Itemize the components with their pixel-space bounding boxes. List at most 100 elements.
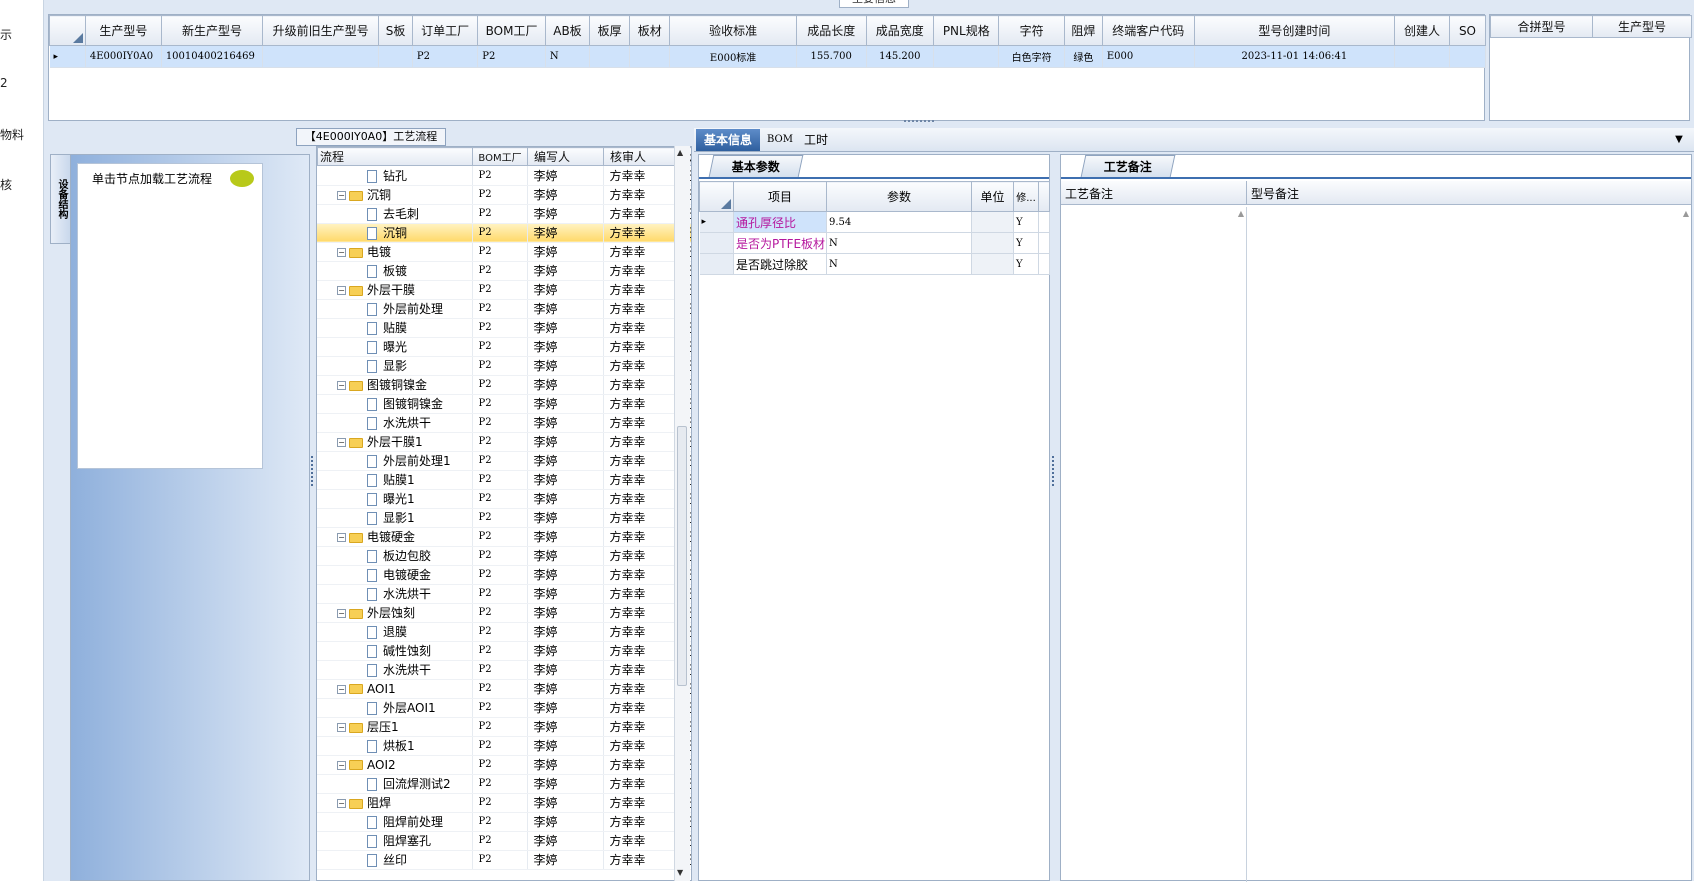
params-col-item[interactable]: 项目 xyxy=(733,181,827,212)
tree-node-cell[interactable]: 去毛刺 xyxy=(317,204,473,224)
tree-row[interactable]: 显影P2李婷方幸幸已审核 xyxy=(317,356,691,376)
process-title-tab[interactable]: 【4E000IY0A0】工艺流程 xyxy=(296,128,446,146)
main-col-header[interactable]: AB板 xyxy=(544,15,591,46)
tree-row[interactable]: 外层前处理P2李婷方幸幸已审核 xyxy=(317,299,691,319)
tree-row[interactable]: 回流焊测试2P2李婷方幸幸已审核 xyxy=(317,774,691,794)
tree-row[interactable]: 外层AOI1P2李婷方幸幸已审核 xyxy=(317,698,691,718)
main-col-header[interactable]: 阻焊 xyxy=(1063,15,1103,46)
tree-row[interactable]: −外层干膜P2李婷方幸幸已审核 xyxy=(317,280,691,300)
main-cell[interactable] xyxy=(629,45,671,68)
main-col-header[interactable]: 成品长度 xyxy=(795,15,867,46)
tree-node-cell[interactable]: − 层压1 xyxy=(317,717,473,737)
main-cell[interactable]: P2 xyxy=(412,45,479,68)
product-col-header[interactable]: 生产型号 xyxy=(1592,15,1692,38)
main-cell[interactable] xyxy=(378,45,413,68)
collapse-icon[interactable]: − xyxy=(337,533,346,542)
tree-node-cell[interactable]: 显影1 xyxy=(317,508,473,528)
tree-row[interactable]: 曝光P2李婷方幸幸已审核 xyxy=(317,337,691,357)
tree-node-cell[interactable]: 钻孔 xyxy=(317,166,473,186)
collapse-icon[interactable]: − xyxy=(337,286,346,295)
tree-row[interactable]: 显影1P2李婷方幸幸已审核 xyxy=(317,508,691,528)
tree-node-cell[interactable]: 板镀 xyxy=(317,261,473,281)
collapse-icon[interactable]: − xyxy=(337,609,346,618)
tree-node-cell[interactable]: 阻焊前处理 xyxy=(317,812,473,832)
tree-row[interactable]: 去毛刺P2李婷方幸幸已审核 xyxy=(317,204,691,224)
collapse-icon[interactable]: − xyxy=(337,438,346,447)
main-col-header[interactable]: 生产型号 xyxy=(84,15,162,46)
tree-node-cell[interactable]: − 电镀硬金 xyxy=(317,527,473,547)
tree-row[interactable]: 贴膜P2李婷方幸幸已审核 xyxy=(317,318,691,338)
tree-node-cell[interactable]: − AOI2 xyxy=(317,755,473,775)
params-tab[interactable]: 基本参数 xyxy=(708,155,804,177)
main-col-header[interactable]: 新生产型号 xyxy=(160,15,264,46)
main-cell[interactable]: E000 xyxy=(1102,45,1195,68)
main-col-header[interactable]: 成品宽度 xyxy=(865,15,935,46)
tree-row[interactable]: 碱性蚀刻P2李婷方幸幸已审核 xyxy=(317,641,691,661)
tree-row[interactable]: −电镀P2李婷方幸幸已审核 xyxy=(317,242,691,262)
left-nav-item-4[interactable]: 核 xyxy=(0,176,12,193)
collapse-icon[interactable]: − xyxy=(337,799,346,808)
main-cell[interactable]: 绿色 xyxy=(1064,45,1103,68)
collapse-icon[interactable]: − xyxy=(337,191,346,200)
model-note-scroll-up-icon[interactable]: ▲ xyxy=(1683,209,1689,218)
tab-dropdown-icon[interactable]: ▼ xyxy=(1672,130,1686,150)
tree-node-cell[interactable]: 贴膜 xyxy=(317,318,473,338)
collapse-icon[interactable]: − xyxy=(337,760,346,770)
tree-node-cell[interactable]: − 外层蚀刻 xyxy=(317,603,473,623)
main-cell[interactable]: 白色字符 xyxy=(998,45,1065,68)
params-col-unit[interactable]: 单位 xyxy=(971,181,1014,212)
params-col-flag[interactable]: 修... xyxy=(1013,181,1039,212)
tree-node-cell[interactable]: − 沉铜 xyxy=(317,185,473,205)
process-note-field[interactable]: ▲ xyxy=(1061,207,1247,882)
collapse-icon[interactable]: − xyxy=(337,381,346,390)
main-cell[interactable]: P2 xyxy=(477,45,546,68)
main-col-header[interactable]: SO xyxy=(1448,15,1487,46)
tree-row[interactable]: −AOI2P2李婷方幸幸已审核 xyxy=(317,755,691,775)
main-cell[interactable]: 10010400216469 xyxy=(161,45,264,68)
main-col-header[interactable]: 订单工厂 xyxy=(411,15,479,46)
param-value-cell[interactable]: 9.54 xyxy=(826,211,972,233)
tree-row[interactable]: 钻孔P2李婷方幸幸已审核 xyxy=(317,166,691,186)
main-col-header[interactable]: 创建人 xyxy=(1394,15,1450,46)
tree-node-cell[interactable]: 水洗烘干 xyxy=(317,660,473,680)
tree-node-cell[interactable]: − 外层干膜1 xyxy=(317,432,473,452)
tree-row[interactable]: −外层蚀刻P2李婷方幸幸已审核 xyxy=(317,603,691,623)
tree-node-cell[interactable]: 回流焊测试2 xyxy=(317,774,473,794)
grid-corner[interactable] xyxy=(49,15,86,46)
main-cell[interactable]: E000标准 xyxy=(669,45,797,68)
main-cell[interactable]: 155.700 xyxy=(796,45,867,68)
main-col-header[interactable]: 终端客户代码 xyxy=(1101,15,1195,46)
scroll-down-icon[interactable]: ▼ xyxy=(677,868,683,877)
param-row[interactable]: ▸ 通孔厚径比 9.54 Y xyxy=(699,211,1050,233)
main-col-header[interactable]: 板材 xyxy=(629,15,671,46)
tree-row[interactable]: 阻焊前处理P2李婷方幸幸已审核 xyxy=(317,812,691,832)
tree-col-reviewer[interactable]: 核审人 xyxy=(603,147,679,166)
tree-row[interactable]: 退膜P2李婷方幸幸已审核 xyxy=(317,622,691,642)
tree-node-cell[interactable]: 沉铜 xyxy=(317,223,473,243)
tree-node-cell[interactable]: 外层前处理 xyxy=(317,299,473,319)
tree-row[interactable]: 丝印P2李婷方幸幸已审核 xyxy=(317,850,691,870)
scroll-thumb[interactable] xyxy=(677,426,687,686)
tree-row[interactable]: 板边包胶P2李婷方幸幸已审核 xyxy=(317,546,691,566)
tree-node-cell[interactable]: 水洗烘干 xyxy=(317,584,473,604)
main-col-header[interactable]: PNL规格 xyxy=(933,15,1000,46)
note-scroll-up-icon[interactable]: ▲ xyxy=(1238,209,1244,218)
main-cell[interactable]: N xyxy=(545,45,591,68)
main-col-header[interactable]: BOM工厂 xyxy=(477,15,546,46)
tree-row[interactable]: −外层干膜1P2李婷方幸幸已审核 xyxy=(317,432,691,452)
tree-node-cell[interactable]: 图镀铜镍金 xyxy=(317,394,473,414)
main-cell[interactable] xyxy=(1449,45,1487,68)
tree-node-cell[interactable]: 外层前处理1 xyxy=(317,451,473,471)
detail-splitter-handle[interactable] xyxy=(1052,456,1056,486)
main-cell[interactable]: 145.200 xyxy=(866,45,935,68)
main-col-header[interactable]: 验收标准 xyxy=(669,15,797,46)
tree-node-cell[interactable]: − 外层干膜 xyxy=(317,280,473,300)
left-nav-item-2[interactable]: 2 xyxy=(0,76,8,90)
main-col-header[interactable]: S板 xyxy=(378,15,413,46)
tree-node-cell[interactable]: − AOI1 xyxy=(317,679,473,699)
tree-row[interactable]: 水洗烘干P2李婷方幸幸已审核 xyxy=(317,660,691,680)
tree-node-cell[interactable]: 退膜 xyxy=(317,622,473,642)
main-col-header[interactable]: 升级前旧生产型号 xyxy=(262,15,380,46)
params-corner[interactable] xyxy=(699,181,734,212)
tree-node-cell[interactable]: 烘板1 xyxy=(317,736,473,756)
